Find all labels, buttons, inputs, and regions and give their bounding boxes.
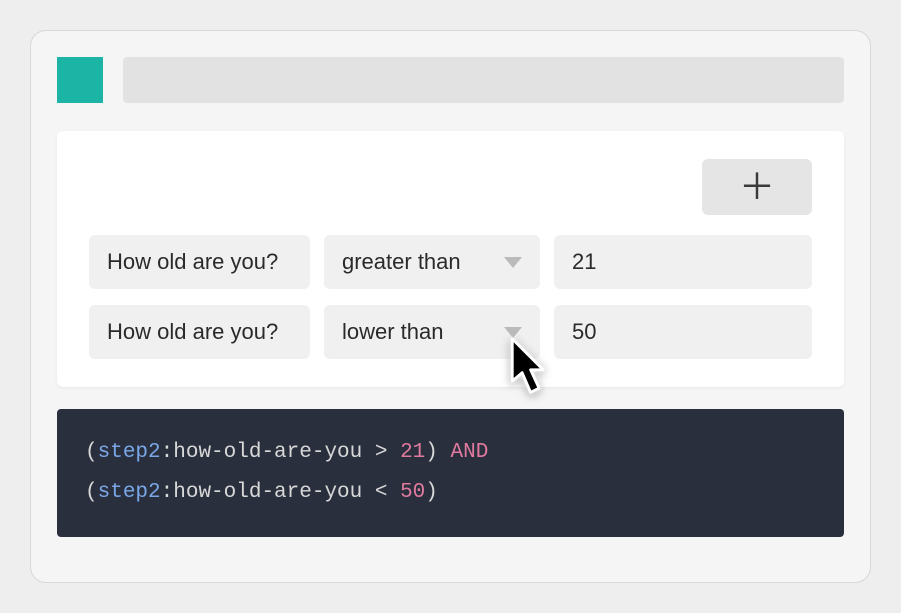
question-select[interactable]: How old are you? — [89, 305, 310, 359]
token-colon: : — [161, 481, 174, 504]
token-step: step2 — [98, 481, 161, 504]
operator-select[interactable]: lower than — [324, 305, 540, 359]
token-step: step2 — [98, 441, 161, 464]
token-operator: > — [362, 441, 400, 464]
token-field: how-old-are-you — [173, 441, 362, 464]
question-label: How old are you? — [107, 249, 278, 275]
token-paren: ) — [425, 441, 450, 464]
token-number: 21 — [400, 441, 425, 464]
rules-card: ＋ How old are you? greater than 21 How o… — [57, 131, 844, 387]
token-paren: ( — [85, 481, 98, 504]
plus-icon: ＋ — [739, 169, 775, 205]
token-number: 50 — [400, 481, 425, 504]
header-row — [57, 57, 844, 103]
token-paren: ) — [425, 481, 438, 504]
token-and: AND — [451, 441, 489, 464]
code-line: (step2:how-old-are-you < 50) — [85, 473, 816, 513]
chevron-down-icon — [504, 327, 522, 338]
question-label: How old are you? — [107, 319, 278, 345]
section-color-swatch — [57, 57, 103, 103]
code-preview: (step2:how-old-are-you > 21) AND (step2:… — [57, 409, 844, 537]
add-row: ＋ — [89, 159, 812, 215]
token-colon: : — [161, 441, 174, 464]
token-operator: < — [362, 481, 400, 504]
value-input[interactable]: 50 — [554, 305, 812, 359]
operator-label: lower than — [342, 319, 444, 345]
value-input[interactable]: 21 — [554, 235, 812, 289]
token-paren: ( — [85, 441, 98, 464]
value-text: 21 — [572, 249, 596, 275]
question-select[interactable]: How old are you? — [89, 235, 310, 289]
add-rule-button[interactable]: ＋ — [702, 159, 812, 215]
value-text: 50 — [572, 319, 596, 345]
code-line: (step2:how-old-are-you > 21) AND — [85, 433, 816, 473]
rule-row: How old are you? lower than 50 — [89, 305, 812, 359]
operator-select[interactable]: greater than — [324, 235, 540, 289]
title-placeholder-bar — [123, 57, 844, 103]
operator-label: greater than — [342, 249, 461, 275]
token-field: how-old-are-you — [173, 481, 362, 504]
editor-panel: ＋ How old are you? greater than 21 How o… — [30, 30, 871, 583]
rule-row: How old are you? greater than 21 — [89, 235, 812, 289]
chevron-down-icon — [504, 257, 522, 268]
